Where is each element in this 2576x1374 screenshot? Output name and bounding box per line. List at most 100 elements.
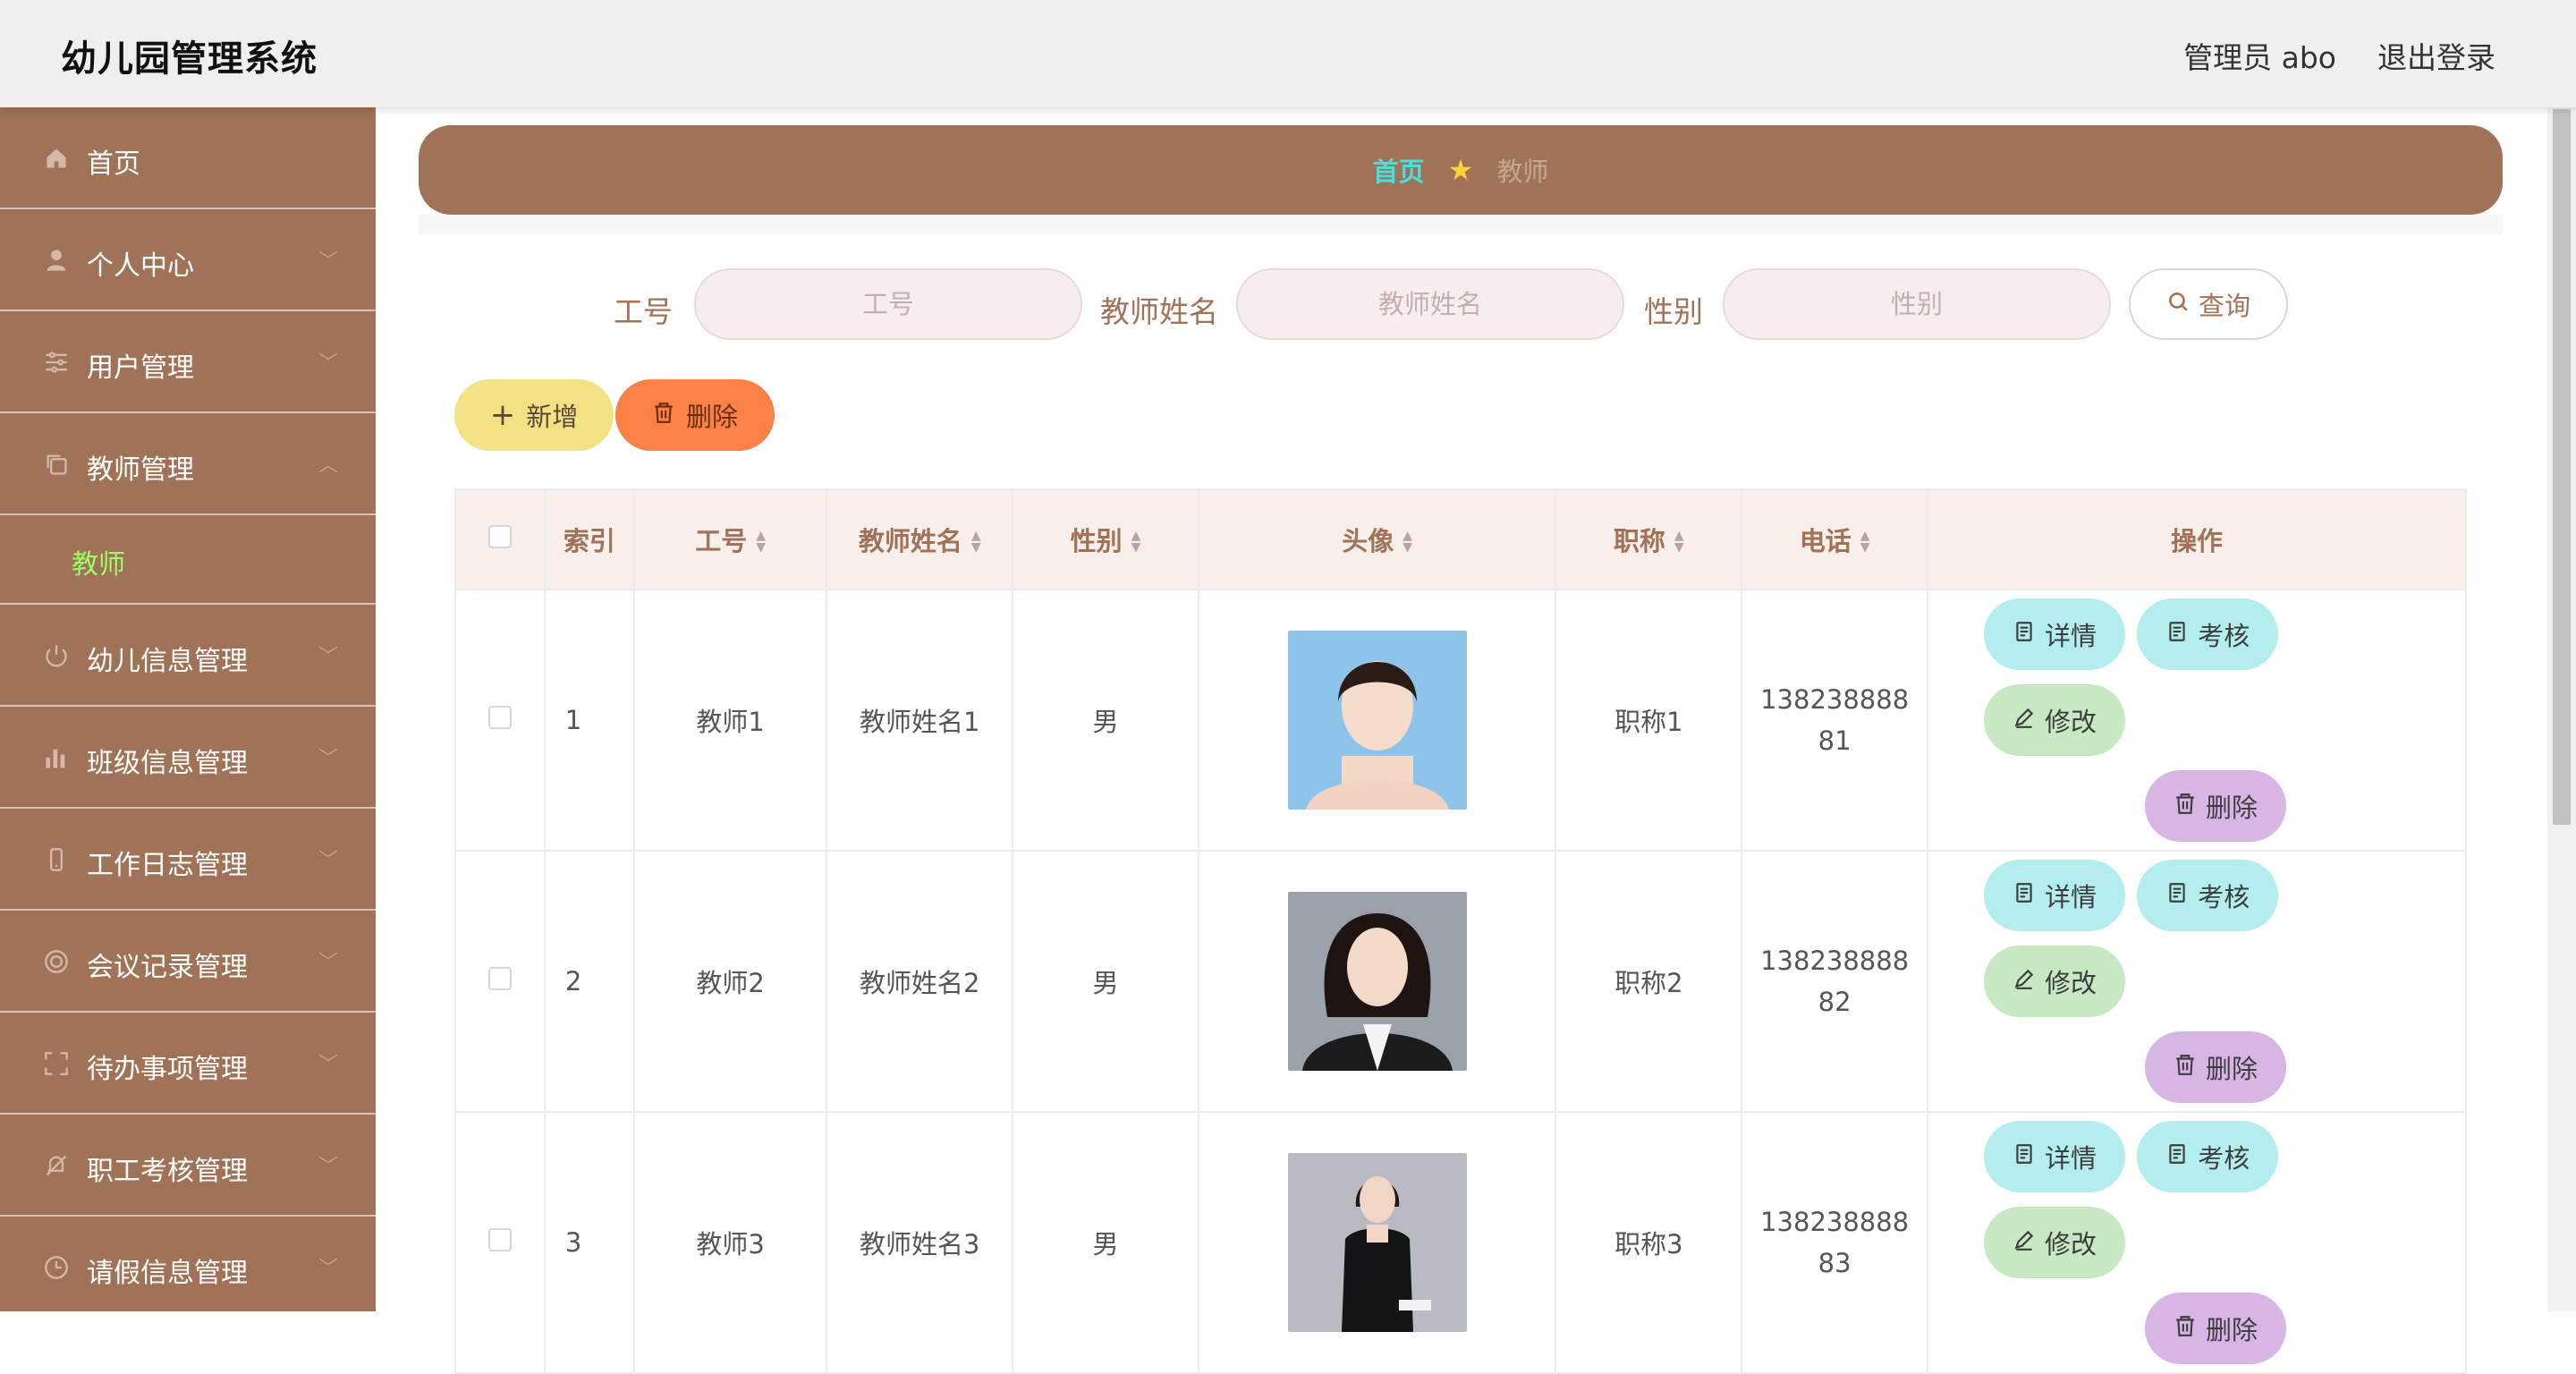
row-checkbox[interactable] [487, 706, 512, 729]
chevron-down-icon: ﹀ [318, 352, 338, 375]
gender-cell: 男 [1012, 1111, 1199, 1374]
row-select-cell [454, 850, 546, 1113]
title-cell: 职称1 [1555, 589, 1743, 852]
breadcrumb-home[interactable]: 首页 [1373, 151, 1425, 189]
column-header-label: 工号 [695, 526, 748, 556]
assess-button[interactable]: 考核 [2137, 860, 2279, 931]
row-delete-button-label: 删除 [2206, 1054, 2258, 1084]
column-header-label: 索引 [563, 526, 615, 556]
sidebar-subitem-teacher[interactable]: 教师 [0, 515, 376, 605]
row-checkbox[interactable] [487, 967, 512, 990]
detail-button-label: 详情 [2045, 1143, 2097, 1174]
sidebar-item-meeting-records[interactable]: 会议记录管理 ﹀ [0, 911, 376, 1013]
sort-icon[interactable]: ▲ ▼ [1402, 530, 1412, 555]
sidebar-item-label: 请假信息管理 [87, 1258, 248, 1289]
logout-link[interactable]: 退出登录 [2377, 34, 2496, 77]
page-scrollbar[interactable] [2547, 107, 2576, 1311]
edit-button[interactable]: 修改 [1984, 946, 2126, 1017]
detail-button[interactable]: 详情 [1984, 1121, 2126, 1192]
sidebar-item-label: 待办事项管理 [87, 1054, 248, 1085]
avatar[interactable] [1287, 1153, 1467, 1332]
sidebar-item-home[interactable]: 首页 [0, 107, 376, 209]
row-select-cell [454, 1111, 546, 1374]
sort-icon[interactable]: ▲ ▼ [1860, 530, 1870, 555]
title-cell: 职称2 [1555, 850, 1743, 1113]
teacher-name-label: 教师姓名 [1100, 294, 1218, 329]
assess-button[interactable]: 考核 [2137, 1121, 2279, 1192]
column-header[interactable]: 工号 ▲ ▼ [632, 488, 828, 590]
sidebar-item-staff-assessment[interactable]: 职工考核管理 ﹀ [0, 1115, 376, 1217]
trash-icon [2174, 1313, 2197, 1344]
job-no-cell: 教师1 [632, 589, 828, 852]
sidebar-item-work-log[interactable]: 工作日志管理 ﹀ [0, 809, 376, 911]
sidebar-item-leave-info[interactable]: 请假信息管理 ﹀ [0, 1217, 376, 1311]
sidebar-item-child-info[interactable]: 幼儿信息管理 ﹀ [0, 605, 376, 707]
column-header[interactable]: 教师姓名 ▲ ▼ [826, 488, 1014, 590]
sidebar-item-teacher-management[interactable]: 教师管理 ︿ [0, 413, 376, 515]
row-select-cell [454, 589, 546, 852]
teacher-name-input[interactable]: 教师姓名 [1236, 268, 1624, 340]
top-header: 幼儿园管理系统 管理员 abo 退出登录 [0, 0, 2576, 107]
sidebar-item-class-info[interactable]: 班级信息管理 ﹀ [0, 707, 376, 809]
chevron-up-icon: ︿ [318, 454, 338, 477]
document-icon [2165, 1141, 2189, 1172]
sort-icon[interactable]: ▲ ▼ [1674, 530, 1684, 555]
pencil-icon [2012, 1227, 2036, 1258]
column-header[interactable]: 头像 ▲ ▼ [1197, 488, 1557, 590]
select-all-checkbox[interactable] [487, 525, 512, 548]
app-title: 幼儿园管理系统 [61, 38, 318, 80]
sort-icon[interactable]: ▲ ▼ [1131, 530, 1141, 555]
sidebar-item-label: 首页 [87, 148, 140, 180]
detail-button[interactable]: 详情 [1984, 598, 2126, 670]
scrollbar-thumb[interactable] [2553, 109, 2571, 825]
phone-text: 13823888883 [1760, 1207, 1910, 1278]
copy-icon [43, 451, 70, 478]
trash-icon [2174, 791, 2197, 821]
assess-button[interactable]: 考核 [2137, 598, 2279, 670]
sliders-icon [43, 349, 70, 376]
add-button[interactable]: + 新增 [454, 379, 614, 451]
sidebar-item-todo[interactable]: 待办事项管理 ﹀ [0, 1013, 376, 1115]
bulk-delete-button[interactable]: 删除 [615, 379, 775, 451]
job-no-input[interactable]: 工号 [694, 268, 1082, 340]
edit-button[interactable]: 修改 [1984, 1207, 2126, 1278]
teacher-name-cell: 教师姓名2 [826, 850, 1014, 1113]
teacher-table: 索引 工号 ▲ ▼ 教师姓名 ▲ ▼ 性别 ▲ ▼ 头像 ▲ ▼ 职称 ▲ ▼ 电话 ▲ ▼ 操作 1 … [454, 488, 2467, 1374]
chevron-down-icon: ﹀ [318, 1156, 338, 1178]
breadcrumb-current: 教师 [1496, 157, 1549, 187]
query-button[interactable]: 查询 [2129, 268, 2288, 340]
phone-cell: 13823888881 [1741, 589, 1929, 852]
sidebar-item-label: 班级信息管理 [87, 748, 248, 779]
search-form: 工号 工号 教师姓名 教师姓名 性别 性别 查询 [0, 268, 2576, 340]
avatar-cell [1197, 589, 1557, 852]
column-header[interactable]: 电话 ▲ ▼ [1741, 488, 1929, 590]
gender-input[interactable]: 性别 [1723, 268, 2111, 340]
sort-icon[interactable]: ▲ ▼ [756, 530, 766, 555]
query-button-label: 查询 [2198, 291, 2250, 321]
column-header[interactable]: 性别 ▲ ▼ [1012, 488, 1199, 590]
document-icon [2012, 880, 2036, 911]
row-delete-button[interactable]: 删除 [2145, 1031, 2287, 1103]
row-delete-button[interactable]: 删除 [2145, 770, 2287, 842]
row-delete-button[interactable]: 删除 [2145, 1293, 2287, 1364]
column-header-label: 教师姓名 [858, 526, 962, 556]
column-header[interactable]: 职称 ▲ ▼ [1555, 488, 1743, 590]
document-icon [2165, 880, 2189, 911]
bulk-delete-button-label: 删除 [685, 402, 738, 432]
sidebar-item-label: 职工考核管理 [87, 1156, 248, 1187]
title-cell: 职称3 [1555, 1111, 1743, 1374]
avatar[interactable] [1287, 892, 1467, 1071]
avatar[interactable] [1287, 631, 1467, 810]
row-checkbox[interactable] [487, 1228, 512, 1251]
job-no-cell: 教师3 [632, 1111, 828, 1374]
detail-button-label: 详情 [2045, 882, 2097, 912]
chevron-down-icon: ﹀ [318, 748, 338, 770]
row-delete-button-label: 删除 [2206, 793, 2258, 823]
detail-button[interactable]: 详情 [1984, 860, 2126, 931]
actions-cell: 详情 考核 修改 删除 [1927, 1111, 2467, 1374]
edit-button[interactable]: 修改 [1984, 684, 2126, 756]
pencil-icon [2012, 705, 2036, 735]
phone-cell: 13823888883 [1741, 1111, 1929, 1374]
teacher-name-cell: 教师姓名1 [826, 589, 1014, 852]
sort-icon[interactable]: ▲ ▼ [971, 530, 981, 555]
